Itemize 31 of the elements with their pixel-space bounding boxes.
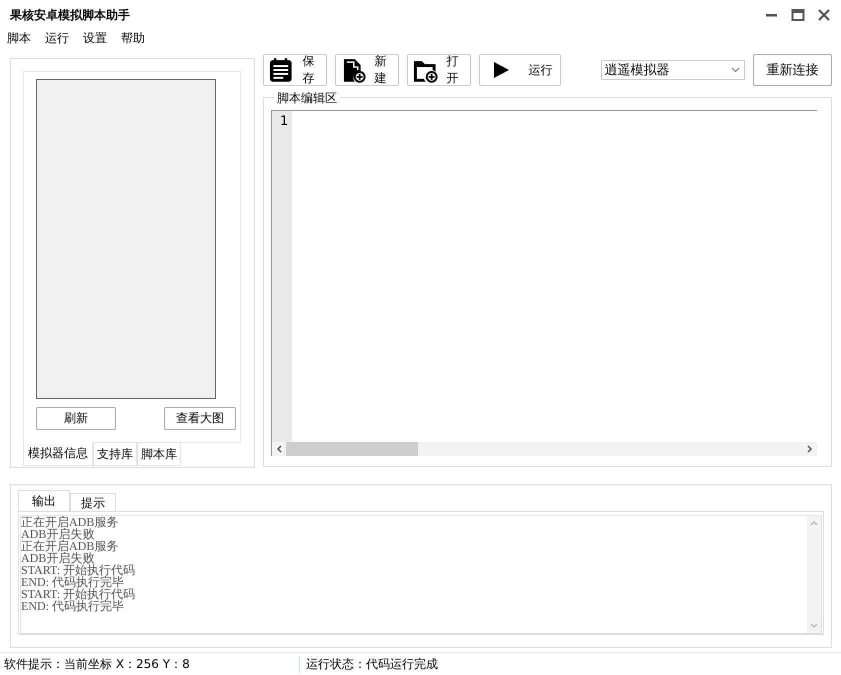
toolbar-button[interactable]: 打开: [407, 54, 472, 86]
tab[interactable]: 提示: [70, 493, 116, 511]
log-line: END: 代码执行完毕: [21, 576, 124, 588]
status-hint: 软件提示：当前坐标 X：256 Y：8: [3, 656, 191, 672]
menu-item[interactable]: 帮助: [121, 30, 145, 46]
log-line: 正在开启ADB服务: [21, 516, 120, 528]
group-title: 脚本编辑区: [274, 90, 340, 107]
emulator-dropdown[interactable]: 逍遥模拟器: [601, 60, 746, 80]
tab[interactable]: 输出: [18, 490, 70, 511]
menu-item[interactable]: 脚本: [7, 30, 31, 46]
toolbar-button[interactable]: 运行: [479, 54, 562, 86]
view-large-button[interactable]: 查看大图: [164, 407, 236, 430]
log-line: 正在开启ADB服务: [21, 540, 120, 552]
window-title: 果核安卓模拟脚本助手: [10, 6, 131, 24]
menu-item[interactable]: 设置: [83, 30, 107, 46]
log-line: START: 开始执行代码: [21, 564, 136, 576]
line-number: 1: [280, 114, 290, 129]
menu-item[interactable]: 运行: [45, 30, 69, 46]
reconnect-button[interactable]: 重新连接: [753, 54, 832, 86]
refresh-button[interactable]: 刷新: [36, 407, 116, 430]
log-line: START: 开始执行代码: [21, 588, 136, 600]
code-editor[interactable]: 1: [271, 110, 817, 456]
toolbar-button[interactable]: 保存: [263, 54, 328, 86]
log-line: END: 代码执行完毕: [21, 600, 124, 612]
tab[interactable]: 支持库: [93, 442, 137, 466]
toolbar-button[interactable]: 新建: [335, 54, 400, 86]
log-line: ADB开启失败: [21, 552, 94, 564]
tab[interactable]: 模拟器信息: [23, 442, 93, 466]
tab[interactable]: 脚本库: [137, 442, 181, 466]
run-status: 运行状态：代码运行完成: [299, 656, 438, 672]
log-line: ADB开启失败: [21, 528, 94, 540]
